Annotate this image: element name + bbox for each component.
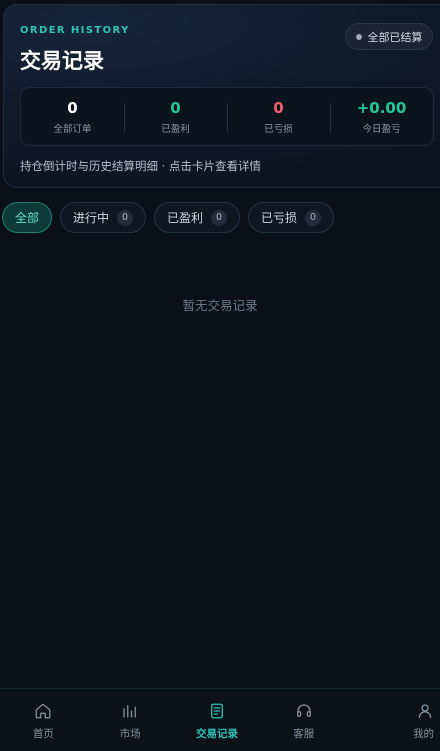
tab-home[interactable]: 首页 [0, 689, 87, 751]
filter-loss[interactable]: 已亏损 0 [248, 202, 335, 233]
status-dot-icon [355, 33, 362, 40]
filter-loss-label: 已亏损 [261, 211, 298, 225]
filter-profit-label: 已盈利 [167, 211, 204, 225]
stat-total-orders: 0 全部订单 [21, 88, 124, 145]
stats-summary: 0 全部订单 0 已盈利 0 已亏损 +0.00 今日盈亏 [20, 87, 434, 146]
filter-profit-count: 0 [211, 209, 228, 226]
filter-in-progress-label: 进行中 [73, 211, 110, 225]
tab-support-label: 客服 [293, 727, 315, 740]
tab-profile-label: 我的 [412, 727, 434, 740]
tab-trade-history[interactable]: 交易记录 [174, 689, 261, 751]
filter-profit[interactable]: 已盈利 0 [154, 202, 241, 233]
filter-loss-count: 0 [305, 209, 322, 226]
tab-market[interactable]: 市场 [87, 689, 174, 751]
tab-market-label: 市场 [119, 727, 141, 740]
filter-all-label: 全部 [15, 211, 40, 225]
stat-loss-orders-label: 已亏损 [264, 123, 293, 135]
tab-trade-history-label: 交易记录 [195, 727, 238, 740]
order-filter-tabs: 全部 进行中 0 已盈利 0 已亏损 0 [2, 202, 335, 233]
trade-history-page: ORDER HISTORY 交易记录 全部已结算 0 全部订单 0 已盈利 0 … [0, 0, 440, 751]
stat-today-pnl-value: +0.00 [356, 98, 407, 117]
headset-icon [296, 703, 311, 717]
stat-profit-orders: 0 已盈利 [124, 88, 227, 145]
stat-total-orders-label: 全部订单 [53, 123, 92, 135]
stat-profit-orders-label: 已盈利 [161, 123, 190, 135]
page-title: 交易记录 [20, 49, 104, 73]
header-hint: 持仓倒计时与历史结算明细 · 点击卡片查看详情 [20, 159, 261, 173]
empty-state-text: 暂无交易记录 [182, 298, 258, 313]
settle-status-badge[interactable]: 全部已结算 [345, 23, 433, 50]
stat-today-pnl: +0.00 今日盈亏 [330, 88, 433, 145]
user-icon [418, 703, 432, 718]
stat-today-pnl-label: 今日盈亏 [362, 123, 401, 135]
stat-loss-orders-value: 0 [273, 98, 284, 117]
tab-profile[interactable]: 我的 [347, 689, 440, 751]
header-eyebrow: ORDER HISTORY [20, 25, 130, 36]
market-chart-icon [123, 704, 137, 718]
order-history-header: ORDER HISTORY 交易记录 全部已结算 0 全部订单 0 已盈利 0 … [3, 4, 440, 188]
tab-home-label: 首页 [32, 727, 54, 740]
filter-in-progress[interactable]: 进行中 0 [60, 202, 147, 233]
home-icon [36, 703, 51, 718]
tab-support[interactable]: 客服 [260, 689, 347, 751]
stat-loss-orders: 0 已亏损 [227, 88, 330, 145]
filter-in-progress-count: 0 [117, 209, 134, 226]
bottom-tab-bar: 首页 市场 交易记录 客服 我的 [0, 688, 440, 751]
document-icon [211, 703, 223, 718]
stat-total-orders-value: 0 [67, 98, 78, 117]
filter-all[interactable]: 全部 [2, 202, 53, 233]
stat-profit-orders-value: 0 [170, 98, 181, 117]
settle-status-label: 全部已结算 [367, 30, 423, 44]
